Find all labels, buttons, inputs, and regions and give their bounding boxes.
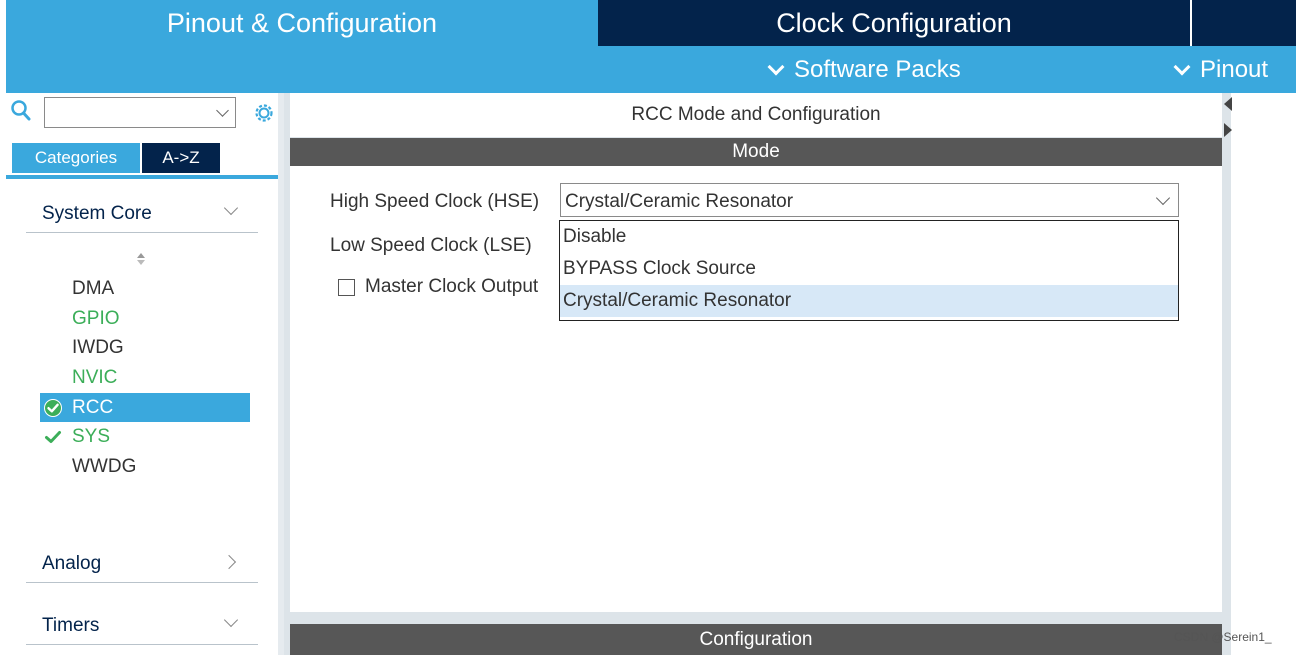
section-label: System Core <box>42 203 152 224</box>
checkbox-box[interactable] <box>338 278 355 296</box>
system-core-list: DMA GPIO IWDG NVIC RCC SYS WWDG <box>40 274 250 482</box>
list-item-nvic[interactable]: NVIC <box>40 363 250 393</box>
section-system-core[interactable]: System Core <box>26 193 258 233</box>
chevron-down-icon <box>1173 58 1191 75</box>
search-input[interactable] <box>44 97 236 128</box>
mode-body: High Speed Clock (HSE) Low Speed Clock (… <box>290 166 1222 612</box>
chevron-down-icon <box>223 200 239 216</box>
list-item-rcc[interactable]: RCC <box>40 392 250 423</box>
software-packs-menu[interactable]: Software Packs <box>767 46 961 93</box>
checkbox-label: Master Clock Output <box>365 276 539 297</box>
list-item-wwdg[interactable]: WWDG <box>40 452 250 482</box>
tab-pinout-configuration[interactable]: Pinout & Configuration <box>6 0 598 46</box>
list-item-gpio[interactable]: GPIO <box>40 304 250 334</box>
pinout-menu-label: Pinout <box>1200 55 1269 83</box>
hse-dropdown-list: Disable BYPASS Clock Source Crystal/Cera… <box>559 220 1179 321</box>
gear-icon[interactable] <box>252 101 276 125</box>
sub-toolbar: Software Packs Pinout <box>6 46 1296 93</box>
hse-label: High Speed Clock (HSE) <box>330 191 540 212</box>
option-bypass-clock-source[interactable]: BYPASS Clock Source <box>560 253 1178 285</box>
collapse-arrows-icon[interactable] <box>1224 95 1232 141</box>
chevron-down-icon <box>767 58 785 75</box>
list-item-label: NVIC <box>72 366 118 388</box>
section-analog[interactable]: Analog <box>26 543 258 583</box>
categories-panel: Categories A->Z System Core DMA GPIO IWD… <box>6 93 284 655</box>
list-item-label: GPIO <box>72 307 120 329</box>
rcc-config-panel: RCC Mode and Configuration Mode High Spe… <box>284 93 1232 655</box>
check-icon <box>45 431 61 444</box>
hse-select[interactable]: Crystal/Ceramic Resonator <box>560 183 1179 217</box>
list-item-label: RCC <box>72 396 114 418</box>
software-packs-label: Software Packs <box>794 55 961 83</box>
search-icon[interactable] <box>10 99 32 123</box>
section-label: Analog <box>42 553 102 574</box>
list-item-sys[interactable]: SYS <box>40 422 250 452</box>
list-item-label: WWDG <box>72 455 137 477</box>
tab-overflow[interactable] <box>1192 0 1296 46</box>
tab-a-to-z[interactable]: A->Z <box>142 143 220 173</box>
chevron-down-icon[interactable] <box>1155 190 1171 206</box>
list-item-dma[interactable]: DMA <box>40 274 250 304</box>
section-timers[interactable]: Timers <box>26 605 258 645</box>
list-item-label: IWDG <box>72 337 124 359</box>
watermark: CSDN @Serein1_ <box>1174 630 1272 644</box>
top-tab-bar: Pinout & Configuration Clock Configurati… <box>0 0 1296 46</box>
tab-categories[interactable]: Categories <box>12 143 140 173</box>
section-label: Timers <box>42 615 100 636</box>
master-clock-output-checkbox[interactable]: Master Clock Output <box>338 276 538 298</box>
option-disable[interactable]: Disable <box>560 221 1178 253</box>
hse-select-value: Crystal/Ceramic Resonator <box>565 191 794 212</box>
tab-underline <box>6 175 278 179</box>
list-item-iwdg[interactable]: IWDG <box>40 333 250 363</box>
list-item-label: SYS <box>72 426 111 448</box>
chevron-right-icon <box>221 554 237 570</box>
pinout-menu[interactable]: Pinout <box>1173 46 1269 93</box>
mode-header[interactable]: Mode <box>290 138 1222 166</box>
list-item-label: DMA <box>72 277 115 299</box>
sort-icon[interactable] <box>136 251 146 267</box>
check-circle-icon <box>44 398 62 417</box>
tab-clock-configuration[interactable]: Clock Configuration <box>598 0 1190 46</box>
panel-title: RCC Mode and Configuration <box>290 93 1222 137</box>
option-crystal-ceramic-resonator[interactable]: Crystal/Ceramic Resonator <box>560 285 1178 317</box>
lse-label: Low Speed Clock (LSE) <box>330 235 532 256</box>
chevron-down-icon <box>223 612 239 628</box>
configuration-header[interactable]: Configuration <box>290 624 1222 655</box>
chevron-down-icon[interactable] <box>216 104 229 117</box>
